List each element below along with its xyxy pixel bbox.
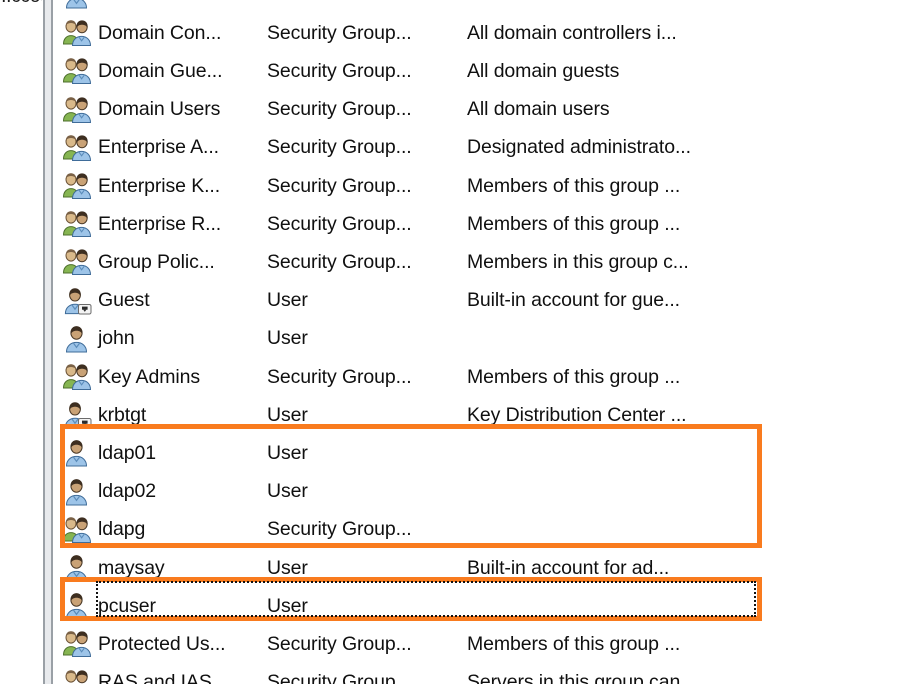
list-row[interactable]: maysay User Built-in account for ad... bbox=[56, 549, 901, 587]
list-cell-type: User bbox=[267, 594, 308, 617]
list-row[interactable]: Enterprise R... Security Group... Members … bbox=[56, 205, 901, 243]
list-cell-description: Members in this group c... bbox=[467, 250, 689, 273]
list-cell-name: pcuser bbox=[98, 594, 156, 617]
list-cell-name: Enterprise R... bbox=[98, 212, 222, 235]
list-cell-description: Built-in account for ad... bbox=[467, 556, 670, 579]
list-row[interactable]: krbtgt User Key Distribution Center ... bbox=[56, 396, 901, 434]
list-row[interactable]: ldap01 User bbox=[56, 434, 901, 472]
ad-group-icon bbox=[62, 669, 92, 684]
ad-group-icon bbox=[62, 134, 92, 162]
ad-group-icon bbox=[62, 630, 92, 658]
ad-group-icon bbox=[62, 210, 92, 238]
ad-user-icon bbox=[62, 554, 92, 582]
list-cell-name: maysay bbox=[98, 556, 165, 579]
ad-users-and-computers-window: ...ccou Domain Con... Security Group... Al… bbox=[0, 0, 901, 684]
list-cell-description: Members of this group ... bbox=[467, 174, 681, 197]
list-cell-type: User bbox=[267, 480, 308, 503]
list-cell-description: All domain users bbox=[467, 98, 610, 121]
list-cell-name: Enterprise A... bbox=[98, 136, 219, 159]
list-cell-name: Domain Users bbox=[98, 98, 221, 121]
list-row[interactable]: ldapg Security Group... bbox=[56, 511, 901, 549]
list-cell-type: User bbox=[267, 403, 308, 426]
list-cell-type: User bbox=[267, 441, 308, 464]
ad-user-icon bbox=[62, 439, 92, 467]
list-cell-type: Security Group... bbox=[267, 250, 412, 273]
list-cell-type: Security Group... bbox=[267, 365, 412, 388]
ad-group-icon bbox=[62, 172, 92, 200]
list-row[interactable]: Protected Us... Security Group... Members … bbox=[56, 625, 901, 663]
list-row[interactable]: RAS and IAS ... Security Group... Servers … bbox=[56, 664, 901, 684]
list-row[interactable]: Domain Users Security Group... All domain … bbox=[56, 91, 901, 129]
list-cell-name: ldap01 bbox=[98, 441, 156, 464]
list-row[interactable]: Domain Gue... Security Group... All domain… bbox=[56, 52, 901, 90]
list-cell-description: Key Distribution Center ... bbox=[467, 403, 687, 426]
ad-user-disabled-icon bbox=[62, 401, 92, 429]
list-row[interactable]: ldap02 User bbox=[56, 473, 901, 511]
list-cell-type: Security Group... bbox=[267, 632, 412, 655]
ad-object-list[interactable]: Domain Con... Security Group... All domain… bbox=[56, 0, 901, 684]
list-cell-name: RAS and IAS ... bbox=[98, 671, 234, 684]
list-cell-name: Enterprise K... bbox=[98, 174, 221, 197]
list-cell-name: Guest bbox=[98, 289, 150, 312]
ad-user-icon bbox=[62, 0, 92, 9]
list-cell-description: Members of this group ... bbox=[467, 632, 681, 655]
list-row[interactable]: Guest User Built-in account for gue... bbox=[56, 282, 901, 320]
ad-group-icon bbox=[62, 19, 92, 47]
list-cell-type: Security Group... bbox=[267, 518, 412, 541]
list-cell-type: Security Group... bbox=[267, 136, 412, 159]
list-cell-type: Security Group... bbox=[267, 98, 412, 121]
tree-node-label-clipped[interactable]: ...ccou bbox=[0, 0, 42, 8]
list-cell-name: Group Polic... bbox=[98, 250, 215, 273]
list-cell-type: User bbox=[267, 327, 308, 350]
list-cell-description: Members of this group ... bbox=[467, 365, 681, 388]
list-row[interactable] bbox=[56, 0, 901, 14]
list-row[interactable]: Key Admins Security Group... Members of th… bbox=[56, 358, 901, 396]
ad-user-disabled-icon bbox=[62, 287, 92, 315]
list-cell-type: Security Group... bbox=[267, 671, 412, 684]
list-cell-description: Servers in this group can... bbox=[467, 671, 697, 684]
ad-group-icon bbox=[62, 248, 92, 276]
list-cell-name: krbtgt bbox=[98, 403, 147, 426]
list-cell-name: john bbox=[98, 327, 135, 350]
list-cell-description: Designated administrato... bbox=[467, 136, 691, 159]
list-row[interactable]: pcuser User bbox=[56, 587, 901, 625]
list-cell-type: Security Group... bbox=[267, 59, 412, 82]
list-cell-name: Protected Us... bbox=[98, 632, 226, 655]
list-row[interactable]: john User bbox=[56, 320, 901, 358]
ad-user-icon bbox=[62, 592, 92, 620]
list-cell-type: User bbox=[267, 289, 308, 312]
console-tree-pane[interactable]: ...ccou bbox=[0, 0, 42, 684]
list-cell-name: Domain Gue... bbox=[98, 59, 223, 82]
ad-group-icon bbox=[62, 57, 92, 85]
splitter-edge-right bbox=[51, 0, 53, 684]
list-cell-description: All domain controllers i... bbox=[467, 21, 677, 44]
ad-group-icon bbox=[62, 363, 92, 391]
list-cell-name: ldap02 bbox=[98, 480, 156, 503]
list-row[interactable]: Domain Con... Security Group... All domain… bbox=[56, 14, 901, 52]
ad-group-icon bbox=[62, 516, 92, 544]
list-cell-description: All domain guests bbox=[467, 59, 620, 82]
ad-user-icon bbox=[62, 478, 92, 506]
list-row[interactable]: Enterprise K... Security Group... Members … bbox=[56, 167, 901, 205]
list-row[interactable]: Group Polic... Security Group... Members i… bbox=[56, 243, 901, 281]
list-cell-type: Security Group... bbox=[267, 21, 412, 44]
list-cell-description: Members of this group ... bbox=[467, 212, 681, 235]
list-cell-name: ldapg bbox=[98, 518, 146, 541]
ad-group-icon bbox=[62, 96, 92, 124]
list-cell-type: Security Group... bbox=[267, 174, 412, 197]
list-row[interactable]: Enterprise A... Security Group... Designat… bbox=[56, 129, 901, 167]
list-cell-type: User bbox=[267, 556, 308, 579]
list-cell-name: Domain Con... bbox=[98, 21, 222, 44]
list-cell-type: Security Group... bbox=[267, 212, 412, 235]
list-cell-name: Key Admins bbox=[98, 365, 200, 388]
list-cell-description: Built-in account for gue... bbox=[467, 289, 680, 312]
ad-user-icon bbox=[62, 325, 92, 353]
pane-splitter[interactable] bbox=[42, 0, 56, 684]
